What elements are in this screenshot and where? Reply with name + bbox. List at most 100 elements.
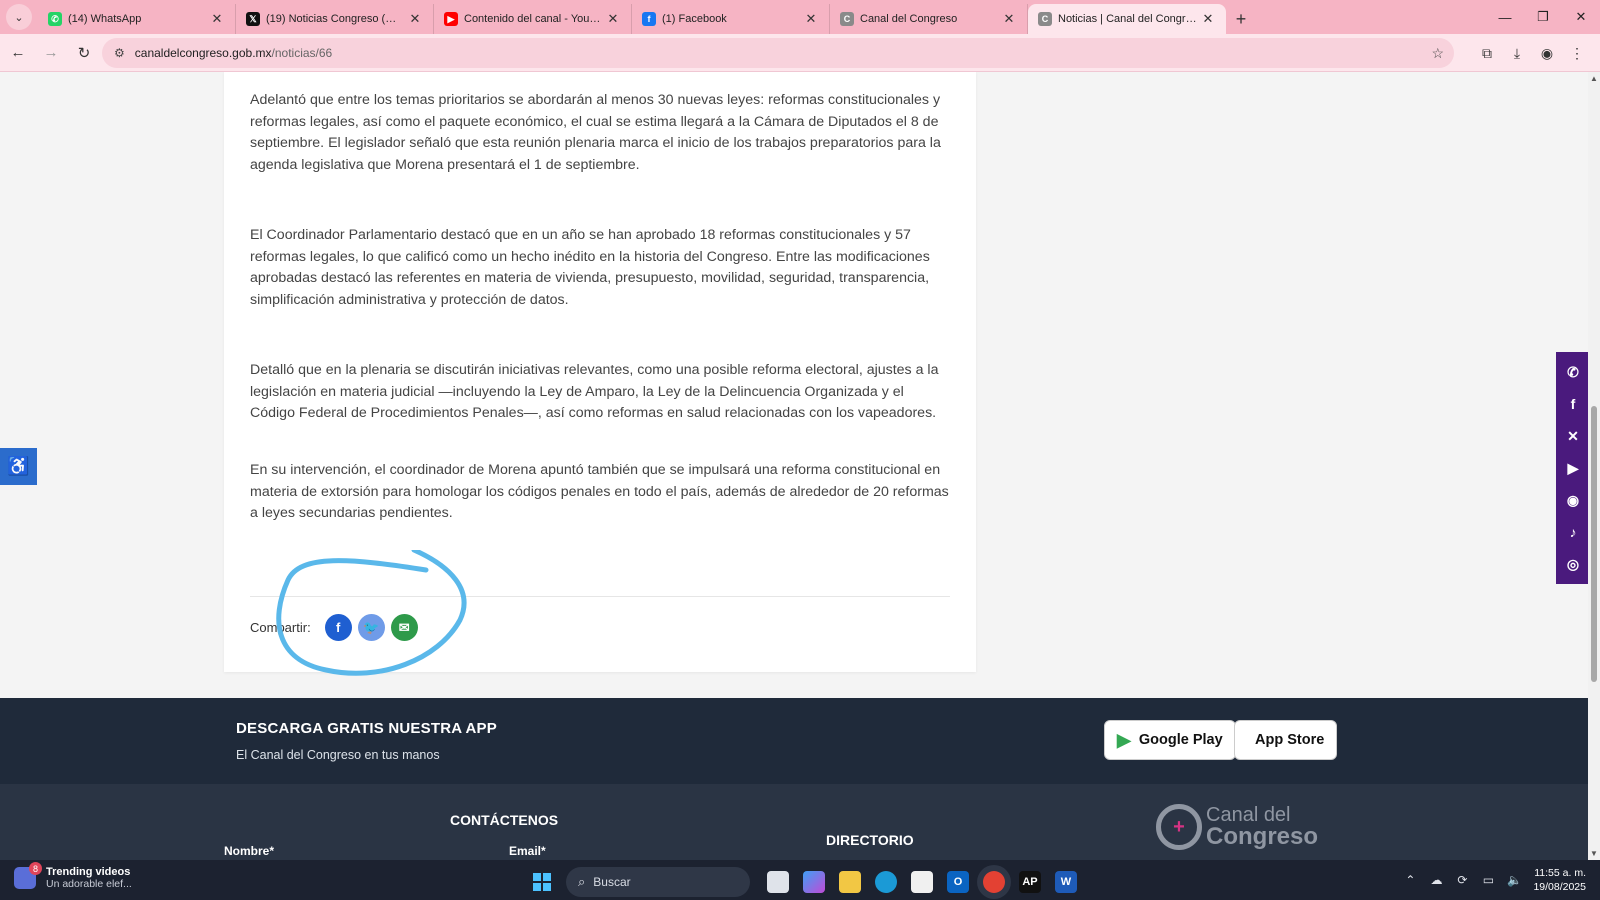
instagram-icon[interactable]: ◎	[1562, 553, 1584, 575]
scroll-up-icon[interactable]: ▲	[1590, 74, 1598, 83]
canal-congreso-icon: C	[1038, 12, 1052, 26]
google-play-button[interactable]: ▶ Google Play	[1104, 720, 1236, 760]
close-tab-icon[interactable]: ✕	[209, 11, 225, 27]
canal-congreso-icon: C	[840, 12, 854, 26]
url-path: /noticias/66	[271, 46, 333, 60]
name-field-label: Nombre*	[224, 844, 275, 858]
whatsapp-icon: ✆	[48, 12, 62, 26]
app-store-label: App Store	[1255, 732, 1325, 748]
windows-start-icon[interactable]	[526, 866, 558, 898]
x-icon: 𝕏	[246, 12, 260, 26]
close-tab-icon[interactable]: ✕	[407, 11, 423, 27]
facebook-icon: f	[642, 12, 656, 26]
reload-button[interactable]: ↻	[69, 38, 99, 68]
tab-title: Contenido del canal - YouTube	[464, 13, 605, 25]
footer-contact-section: CONTÁCTENOS Nombre* Email* DIRECTORIO + …	[0, 784, 1588, 860]
back-button[interactable]: ←	[3, 38, 33, 68]
scroll-down-icon[interactable]: ▼	[1590, 849, 1598, 858]
widget-title: Trending videos	[46, 866, 131, 878]
contact-title: CONTÁCTENOS	[450, 812, 559, 828]
browser-tab-strip: ⌄ ✆ (14) WhatsApp ✕ 𝕏 (19) Noticias Congreso…	[0, 0, 1600, 34]
close-tab-icon[interactable]: ✕	[803, 11, 819, 27]
forward-button[interactable]: →	[36, 38, 66, 68]
app-store-button[interactable]: App Store	[1234, 720, 1338, 760]
tab-search-menu-button[interactable]: ⌄	[6, 4, 32, 30]
taskbar-search-placeholder: Buscar	[593, 875, 631, 889]
browser-tab[interactable]: C Canal del Congreso ✕	[830, 4, 1028, 34]
close-tab-icon[interactable]: ✕	[605, 11, 621, 27]
copilot-icon[interactable]	[796, 864, 832, 900]
edge-icon[interactable]	[868, 864, 904, 900]
url-domain: canaldelcongreso.gob.mx	[134, 46, 272, 60]
article-paragraph: En su intervención, el coordinador de Mo…	[250, 462, 949, 522]
widget-badge: 8	[29, 862, 42, 875]
spotify-icon[interactable]: ◉	[1562, 489, 1584, 511]
facebook-icon[interactable]: f	[1562, 393, 1584, 415]
chrome-icon[interactable]	[976, 864, 1012, 900]
volume-icon[interactable]: 🔈	[1501, 873, 1527, 887]
page-scrollbar[interactable]: ▲ ▼	[1588, 72, 1600, 860]
profile-icon[interactable]: ◉	[1532, 38, 1562, 68]
tiktok-icon[interactable]: ♪	[1562, 521, 1584, 543]
browser-tab[interactable]: f (1) Facebook ✕	[632, 4, 830, 34]
system-clock[interactable]: 11:55 a. m. 19/08/2025	[1533, 866, 1586, 894]
clock-date: 19/08/2025	[1533, 881, 1586, 893]
accessibility-button[interactable]: ♿	[0, 448, 37, 485]
youtube-icon[interactable]: ▶	[1562, 457, 1584, 479]
browser-tab[interactable]: ▶ Contenido del canal - YouTube ✕	[434, 4, 632, 34]
restore-icon[interactable]: ❐	[1524, 0, 1562, 34]
network-icon[interactable]: ▭	[1475, 873, 1501, 887]
search-icon: ⌕	[578, 874, 586, 889]
browser-tab[interactable]: C Noticias | Canal del Congreso ✕	[1028, 4, 1226, 34]
scroll-thumb[interactable]	[1591, 406, 1597, 682]
browser-menu-icon[interactable]: ⋮	[1562, 38, 1592, 68]
app-download-banner: DESCARGA GRATIS NUESTRA APP El Canal del…	[0, 698, 1588, 784]
close-tab-icon[interactable]: ✕	[1200, 11, 1216, 27]
download-icon[interactable]: ⤓	[1502, 38, 1532, 68]
taskbar-search[interactable]: ⌕ Buscar	[566, 867, 750, 897]
tab-title: Noticias | Canal del Congreso	[1058, 13, 1200, 25]
google-play-icon: ▶	[1117, 729, 1131, 750]
email-field-label: Email*	[509, 844, 546, 858]
x-icon[interactable]: ✕	[1562, 425, 1584, 447]
app-banner-title: DESCARGA GRATIS NUESTRA APP	[236, 720, 497, 737]
social-sidebar: ✆ f ✕ ▶ ◉ ♪ ◎	[1556, 352, 1588, 584]
google-play-label: Google Play	[1138, 732, 1223, 748]
new-tab-button[interactable]: +	[1226, 4, 1256, 34]
page-viewport: Adelantó que entre los temas prioritario…	[0, 72, 1588, 860]
annotation-scribble	[276, 550, 467, 676]
address-bar[interactable]: ⚙ canaldelcongreso.gob.mx/noticias/66 ☆	[102, 38, 1454, 68]
system-tray: ⌃ ☁ ⟳ ▭ 🔈 11:55 a. m. 19/08/2025	[1397, 860, 1600, 900]
show-hidden-icons-icon[interactable]: ⌃	[1397, 873, 1423, 887]
browser-toolbar: ← → ↻ ⚙ canaldelcongreso.gob.mx/noticias…	[0, 34, 1600, 72]
browser-tab[interactable]: 𝕏 (19) Noticias Congreso (@Notic ✕	[236, 4, 434, 34]
canal-congreso-logo: + Canal del Congreso	[1156, 804, 1318, 850]
article-paragraph: Adelantó que entre los temas prioritario…	[250, 92, 941, 174]
word-icon[interactable]: W	[1048, 864, 1084, 900]
close-window-icon[interactable]: ✕	[1562, 0, 1600, 34]
close-tab-icon[interactable]: ✕	[1001, 11, 1017, 27]
extensions-icon[interactable]: ⧉	[1472, 38, 1502, 68]
news-app-icon[interactable]: AP	[1012, 864, 1048, 900]
minimize-icon[interactable]: —	[1486, 0, 1524, 34]
bookmark-star-icon[interactable]: ☆	[1431, 45, 1444, 62]
taskbar-apps: ⌕ Buscar O AP W	[526, 864, 1084, 900]
file-explorer-icon[interactable]	[832, 864, 868, 900]
tab-title: (19) Noticias Congreso (@Notic	[266, 13, 407, 25]
browser-tab[interactable]: ✆ (14) WhatsApp ✕	[38, 4, 236, 34]
youtube-icon: ▶	[444, 12, 458, 26]
article-paragraph: El Coordinador Parlamentario destacó que…	[250, 227, 930, 309]
widgets-button[interactable]: 8 Trending videos Un adorable elef...	[14, 862, 132, 890]
outlook-icon[interactable]: O	[940, 864, 976, 900]
onedrive-icon[interactable]: ☁	[1423, 873, 1449, 887]
sync-icon[interactable]: ⟳	[1449, 873, 1475, 887]
window-controls: — ❐ ✕	[1486, 0, 1600, 34]
task-view-icon[interactable]	[760, 864, 796, 900]
whatsapp-icon[interactable]: ✆	[1562, 361, 1584, 383]
canal-congreso-logo-icon: +	[1156, 804, 1202, 850]
microsoft-store-icon[interactable]	[904, 864, 940, 900]
clock-time: 11:55 a. m.	[1534, 867, 1586, 879]
site-info-icon[interactable]: ⚙	[114, 46, 125, 60]
toolbar-actions: ⧉ ⤓ ◉ ⋮	[1472, 38, 1592, 68]
article-paragraph: Detalló que en la plenaria se discutirán…	[250, 362, 939, 422]
